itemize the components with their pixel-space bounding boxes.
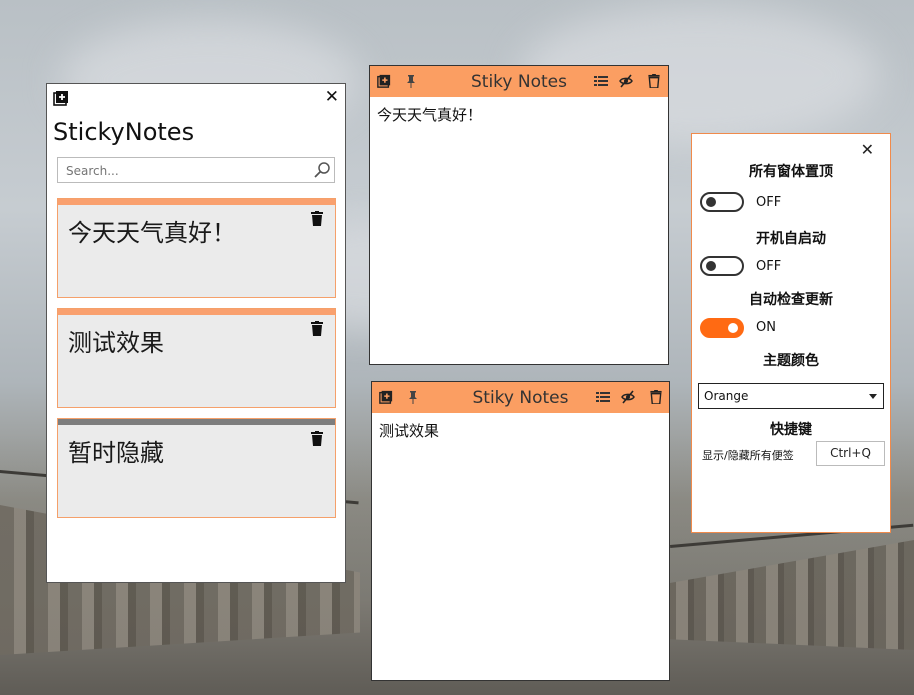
trash-icon[interactable]: [649, 390, 663, 404]
always-on-top-toggle[interactable]: [700, 192, 744, 212]
always-on-top-state: OFF: [756, 195, 782, 210]
search-box: [57, 157, 335, 183]
trash-icon[interactable]: [311, 211, 323, 226]
theme-color-select[interactable]: Orange: [698, 383, 884, 409]
close-icon[interactable]: ✕: [325, 88, 339, 106]
note-color-bar: [58, 309, 335, 315]
trash-icon[interactable]: [647, 74, 661, 88]
note-card-text: 测试效果: [68, 329, 164, 357]
hotkey-heading: 快捷键: [770, 422, 812, 438]
hide-icon[interactable]: [619, 74, 633, 88]
note-card[interactable]: 今天天气真好！: [57, 198, 336, 298]
note-color-bar: [58, 419, 335, 425]
search-input[interactable]: [64, 159, 308, 183]
theme-color-heading: 主题颜色: [763, 353, 819, 369]
note-card[interactable]: 测试效果: [57, 308, 336, 408]
note-color-bar: [58, 199, 335, 205]
auto-update-toggle[interactable]: [700, 318, 744, 338]
app-title: StickyNotes: [53, 118, 195, 146]
note-content[interactable]: 今天天气真好！: [377, 104, 482, 125]
auto-update-heading: 自动检查更新: [749, 292, 833, 308]
toggle-knob: [706, 197, 716, 207]
note-header[interactable]: Stiky Notes: [372, 382, 669, 413]
add-note-icon[interactable]: [53, 90, 69, 106]
trash-icon[interactable]: [311, 321, 323, 336]
note-card[interactable]: 暂时隐藏: [57, 418, 336, 518]
trash-icon[interactable]: [311, 431, 323, 446]
toggle-knob: [728, 323, 738, 333]
chevron-down-icon: [869, 394, 877, 399]
hotkey-action-label: 显示/隐藏所有便签: [702, 449, 794, 462]
hide-icon[interactable]: [621, 390, 635, 404]
hotkey-input[interactable]: Ctrl+Q: [816, 441, 885, 466]
theme-color-value: Orange: [704, 389, 749, 403]
auto-start-heading: 开机自启动: [756, 231, 826, 247]
auto-start-state: OFF: [756, 259, 782, 274]
note-header[interactable]: Stiky Notes: [370, 66, 668, 97]
bg-wall-right: [664, 540, 914, 650]
auto-start-toggle[interactable]: [700, 256, 744, 276]
note-card-text: 暂时隐藏: [68, 439, 164, 467]
always-on-top-heading: 所有窗体置顶: [749, 164, 833, 180]
note-content[interactable]: 测试效果: [379, 420, 439, 441]
auto-update-state: ON: [756, 320, 776, 335]
settings-window: ✕ 所有窗体置顶 OFF 开机自启动 OFF 自动检查更新 ON 主题颜色 Or…: [691, 133, 891, 533]
note-card-text: 今天天气真好！: [68, 219, 236, 247]
notes-list-window: ✕ StickyNotes 今天天气真好！ 测试效果 暂时隐藏: [46, 83, 346, 583]
toggle-knob: [706, 261, 716, 271]
list-icon[interactable]: [596, 390, 610, 404]
list-icon[interactable]: [594, 74, 608, 88]
close-icon[interactable]: ✕: [861, 140, 874, 159]
sticky-note-window: Stiky Notes 今天天气真好！: [369, 65, 669, 365]
sticky-note-window: Stiky Notes 测试效果: [371, 381, 670, 681]
search-icon[interactable]: [313, 161, 331, 179]
